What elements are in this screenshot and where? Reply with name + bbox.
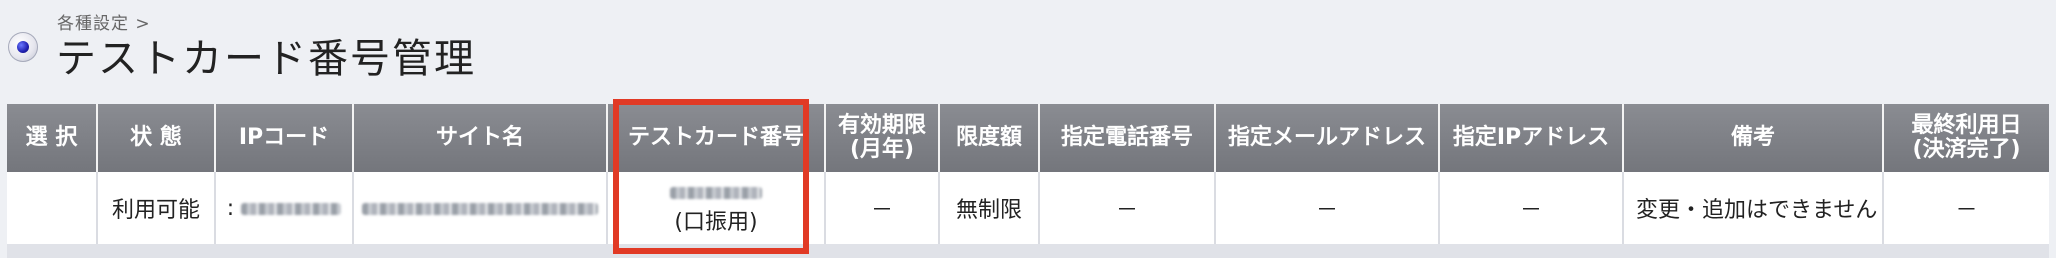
header-remarks: 備考 [1623, 104, 1884, 172]
expiry-cell: － [825, 172, 940, 244]
select-cell[interactable] [7, 172, 98, 244]
site-name-cell[interactable] [353, 172, 608, 244]
test-card-table: 選 択 状 態 IPコード サイト名 テストカード番号 有効期限 (月年) 限度… [7, 104, 2049, 258]
page-title: テストカード番号管理 [56, 36, 476, 82]
redacted-site-name [362, 202, 598, 215]
header-phone: 指定電話番号 [1039, 104, 1216, 172]
table-row: 利用可能 : (口振用) － 無制限 － － － 変更・追加はできません － [7, 172, 2049, 244]
header-ip-address: 指定IPアドレス [1439, 104, 1624, 172]
limit-cell: 無制限 [939, 172, 1040, 244]
table-footer-strip [7, 244, 2049, 258]
highlight-box [613, 99, 809, 254]
table-header-row: 選 択 状 態 IPコード サイト名 テストカード番号 有効期限 (月年) 限度… [7, 104, 2049, 172]
header-status: 状 態 [97, 104, 216, 172]
header-site-name: サイト名 [353, 104, 608, 172]
header-limit: 限度額 [939, 104, 1040, 172]
header-select: 選 択 [7, 104, 98, 172]
remarks-cell: 変更・追加はできません [1623, 172, 1884, 244]
ip-code-cell: : [215, 172, 354, 244]
header-expiry: 有効期限 (月年) [825, 104, 940, 172]
radio-bullet-icon [8, 32, 38, 62]
ip-address-cell: － [1439, 172, 1624, 244]
header-email: 指定メールアドレス [1215, 104, 1440, 172]
redacted-ip-code [241, 202, 342, 215]
phone-cell: － [1039, 172, 1216, 244]
ip-code-prefix: : [226, 195, 235, 221]
last-used-cell: － [1883, 172, 2049, 244]
header-last-used: 最終利用日 (決済完了) [1883, 104, 2049, 172]
status-cell: 利用可能 [97, 172, 216, 244]
header-ip-code: IPコード [215, 104, 354, 172]
email-cell: － [1215, 172, 1440, 244]
